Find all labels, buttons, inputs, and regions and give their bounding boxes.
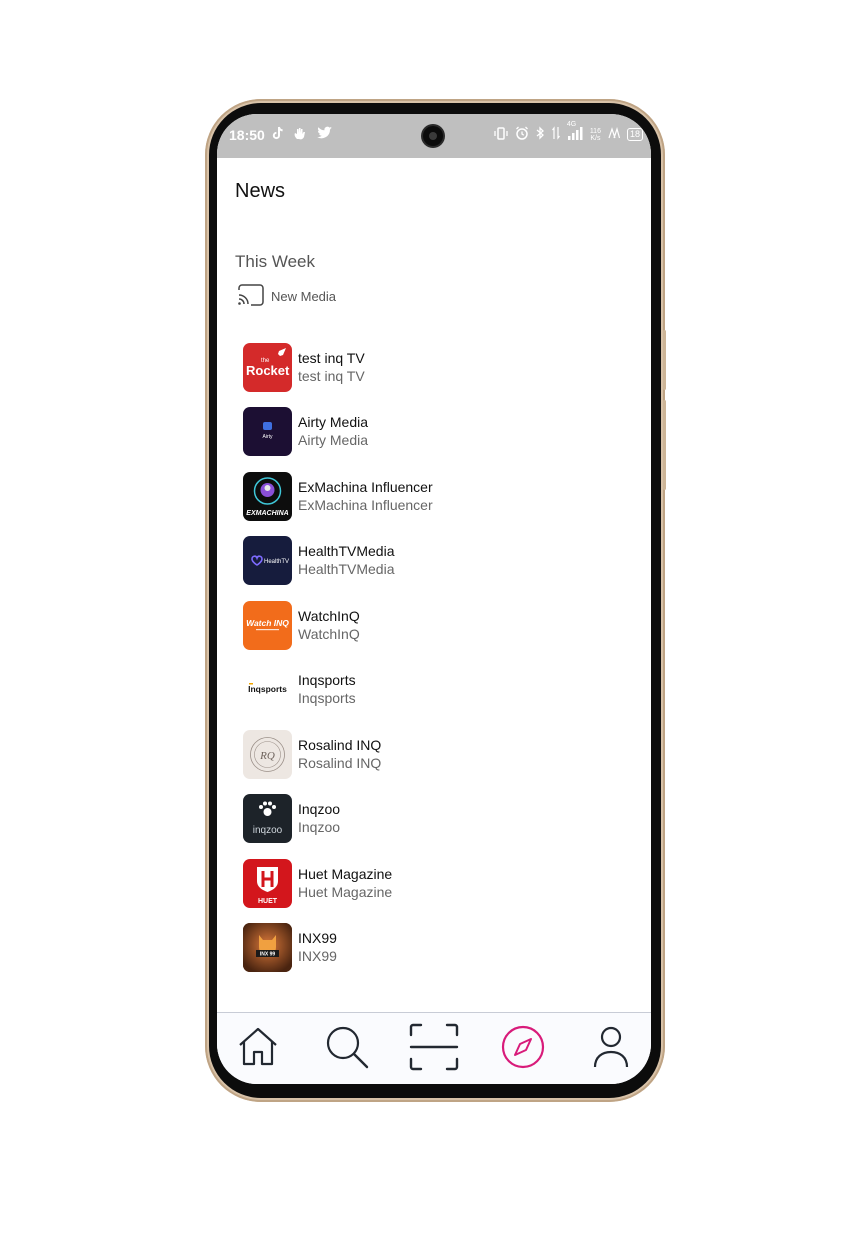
channel-row-rosalind-inq[interactable]: RQ Rosalind INQ Rosalind INQ [243,722,633,787]
bottom-tab-bar [217,1012,651,1084]
channel-logo: Airty [243,407,292,457]
channel-logo: HealthTV [243,536,292,586]
svg-text:RQ: RQ [259,750,275,762]
channel-name: ExMachina Influencer [298,478,433,495]
profile-icon [592,1025,630,1074]
battery-indicator: 18 [626,128,643,141]
home-icon [236,1025,280,1074]
network-type: 4G [566,121,577,128]
channel-texts: Inqsports Inqsports [298,672,356,707]
front-camera [423,126,443,146]
channel-name: Airty Media [298,414,369,431]
vibrate-icon [494,126,508,143]
channel-subtitle: INX99 [298,948,337,965]
net-speed-value: 116 [589,127,601,135]
channel-logo: Inqsports [243,665,292,715]
page-title: News [235,180,286,202]
tab-search[interactable] [323,1025,371,1073]
volume-button [663,400,666,490]
channel-subtitle: Rosalind INQ [298,754,382,771]
status-bar: 18:50 4G 116 K/s 18 [217,114,651,158]
channel-subtitle: Airty Media [298,432,369,449]
net-speed-unit: K/s [590,134,601,142]
channel-row-inqsports[interactable]: Inqsports Inqsports Inqsports [243,658,633,723]
channel-name: WatchInQ [298,607,360,624]
channel-subtitle: HealthTVMedia [298,561,395,578]
channel-texts: test inq TV test inq TV [298,350,365,385]
channel-subtitle: WatchInQ [298,625,360,642]
tiktok-icon [271,126,285,144]
channel-logo: inqzoo [243,794,292,844]
channel-logo: RQ [243,729,292,779]
svg-text:Rocket: Rocket [246,363,290,378]
channel-row-test-inq-tv[interactable]: the Rocket test inq TV test inq TV [243,335,633,400]
bluetooth-icon [536,126,545,143]
status-app-icons [271,126,333,144]
search-icon [324,1024,370,1075]
explore-icon [501,1025,545,1074]
channel-name: HealthTVMedia [298,543,395,560]
hand-wave-icon [293,126,309,144]
screen: 18:50 4G 116 K/s 18 News This Week New M… [217,114,651,1084]
channel-row-exmachina[interactable]: EXMACHINA ExMachina Influencer ExMachina… [243,464,633,529]
channel-logo: INX 99 [243,923,292,973]
new-media-label: New Media [271,289,337,304]
tab-scan[interactable] [409,1023,459,1076]
channel-texts: WatchInQ WatchInQ [298,608,360,643]
svg-text:EXMACHINA: EXMACHINA [246,510,288,517]
tab-explore[interactable] [499,1025,547,1073]
section-title: This Week [235,252,315,271]
twitter-icon [317,126,333,144]
channel-subtitle: Huet Magazine [298,883,393,900]
svg-text:HUET: HUET [258,898,278,905]
wifi-calling-icon [608,126,621,142]
channel-name: test inq TV [298,349,365,366]
channel-name: Inqzoo [298,801,341,818]
channel-texts: Inqzoo Inqzoo [298,801,340,836]
scan-icon [409,1023,459,1076]
power-button [663,330,666,390]
svg-text:inqzoo: inqzoo [253,825,283,836]
channel-row-huet-magazine[interactable]: HUET Huet Magazine Huet Magazine [243,851,633,916]
cast-icon [237,284,265,309]
tab-profile[interactable] [587,1025,635,1073]
channel-texts: INX99 INX99 [298,930,337,965]
channel-row-inqzoo[interactable]: inqzoo Inqzoo Inqzoo [243,787,633,852]
channel-subtitle: Inqsports [298,690,356,707]
channel-logo: Watch INQ [243,600,292,650]
channel-name: INX99 [298,930,337,947]
channel-texts: Rosalind INQ Rosalind INQ [298,737,381,772]
channel-name: Huet Magazine [298,865,393,882]
data-transfer-icon [551,126,560,143]
channel-texts: ExMachina Influencer ExMachina Influence… [298,479,433,514]
channel-logo: the Rocket [243,342,292,392]
channel-subtitle: ExMachina Influencer [298,496,433,513]
channel-subtitle: Inqzoo [298,819,341,836]
channel-subtitle: test inq TV [298,367,365,384]
channel-logo: HUET [243,858,292,908]
channel-name: Inqsports [298,672,356,689]
new-media-tag[interactable]: New Media [237,284,336,309]
net-speed: 116 K/s [590,128,601,142]
alarm-icon [515,126,529,143]
channel-row-inx99[interactable]: INX 99 INX99 INX99 [243,916,633,981]
svg-text:Watch INQ: Watch INQ [246,618,289,628]
channel-list: the Rocket test inq TV test inq TV Airty [243,335,633,980]
channel-row-watchinq[interactable]: Watch INQ WatchInQ WatchInQ [243,593,633,658]
channel-texts: HealthTVMedia HealthTVMedia [298,543,395,578]
status-time: 18:50 [229,127,265,143]
channel-row-airty-media[interactable]: Airty Airty Media Airty Media [243,400,633,465]
channel-logo: EXMACHINA [243,471,292,521]
channel-texts: Airty Media Airty Media [298,414,368,449]
svg-text:Airty: Airty [263,434,274,440]
channel-row-healthtvmedia[interactable]: HealthTV HealthTVMedia HealthTVMedia [243,529,633,594]
channel-texts: Huet Magazine Huet Magazine [298,866,392,901]
status-system-icons: 4G 116 K/s 18 [494,121,643,143]
channel-name: Rosalind INQ [298,736,382,753]
signal-icon: 4G [567,121,583,143]
svg-text:HealthTV: HealthTV [264,559,289,565]
svg-text:Inqsports: Inqsports [248,684,287,694]
svg-text:INX 99: INX 99 [260,952,276,958]
tab-home[interactable] [234,1025,282,1073]
